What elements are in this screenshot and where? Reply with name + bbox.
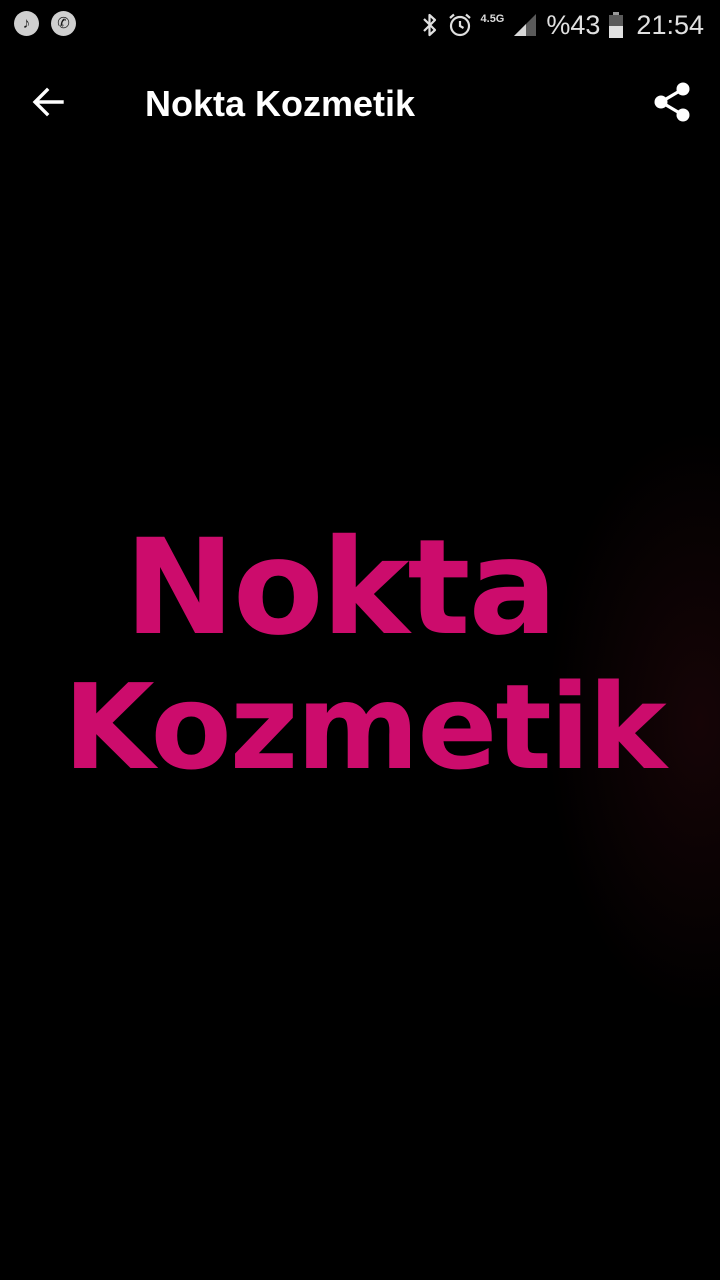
network-type-label: 4.5G bbox=[480, 12, 505, 25]
share-icon bbox=[652, 81, 692, 128]
status-bar: ♪ ✆ 4.5G %43 21:54 bbox=[0, 0, 720, 50]
alarm-icon bbox=[447, 12, 473, 38]
signal-icon bbox=[512, 12, 538, 38]
logo-line-1: Nokta bbox=[124, 511, 557, 665]
logo-line-2: Kozmetik bbox=[63, 658, 666, 796]
logo: Nokta Kozmetik bbox=[0, 522, 720, 786]
app-bar: Nokta Kozmetik bbox=[0, 50, 720, 162]
arrow-back-icon bbox=[30, 84, 66, 125]
page-title: Nokta Kozmetik bbox=[145, 83, 416, 124]
share-button[interactable] bbox=[646, 78, 698, 130]
battery-icon bbox=[608, 11, 624, 39]
battery-percentage: %43 bbox=[546, 9, 601, 40]
music-note-icon: ♪ bbox=[14, 11, 39, 36]
screen: ♪ ✆ 4.5G %43 21:54 Nokta Kozmetik Nokta … bbox=[0, 0, 720, 1280]
phone-call-icon: ✆ bbox=[51, 11, 76, 36]
back-button[interactable] bbox=[22, 78, 74, 130]
status-indicators: 4.5G %43 21:54 bbox=[421, 8, 704, 42]
bluetooth-icon bbox=[421, 12, 439, 38]
clock: 21:54 bbox=[636, 9, 704, 40]
main-image[interactable]: Nokta Kozmetik bbox=[0, 162, 720, 1280]
notification-icons: ♪ ✆ bbox=[14, 11, 76, 36]
